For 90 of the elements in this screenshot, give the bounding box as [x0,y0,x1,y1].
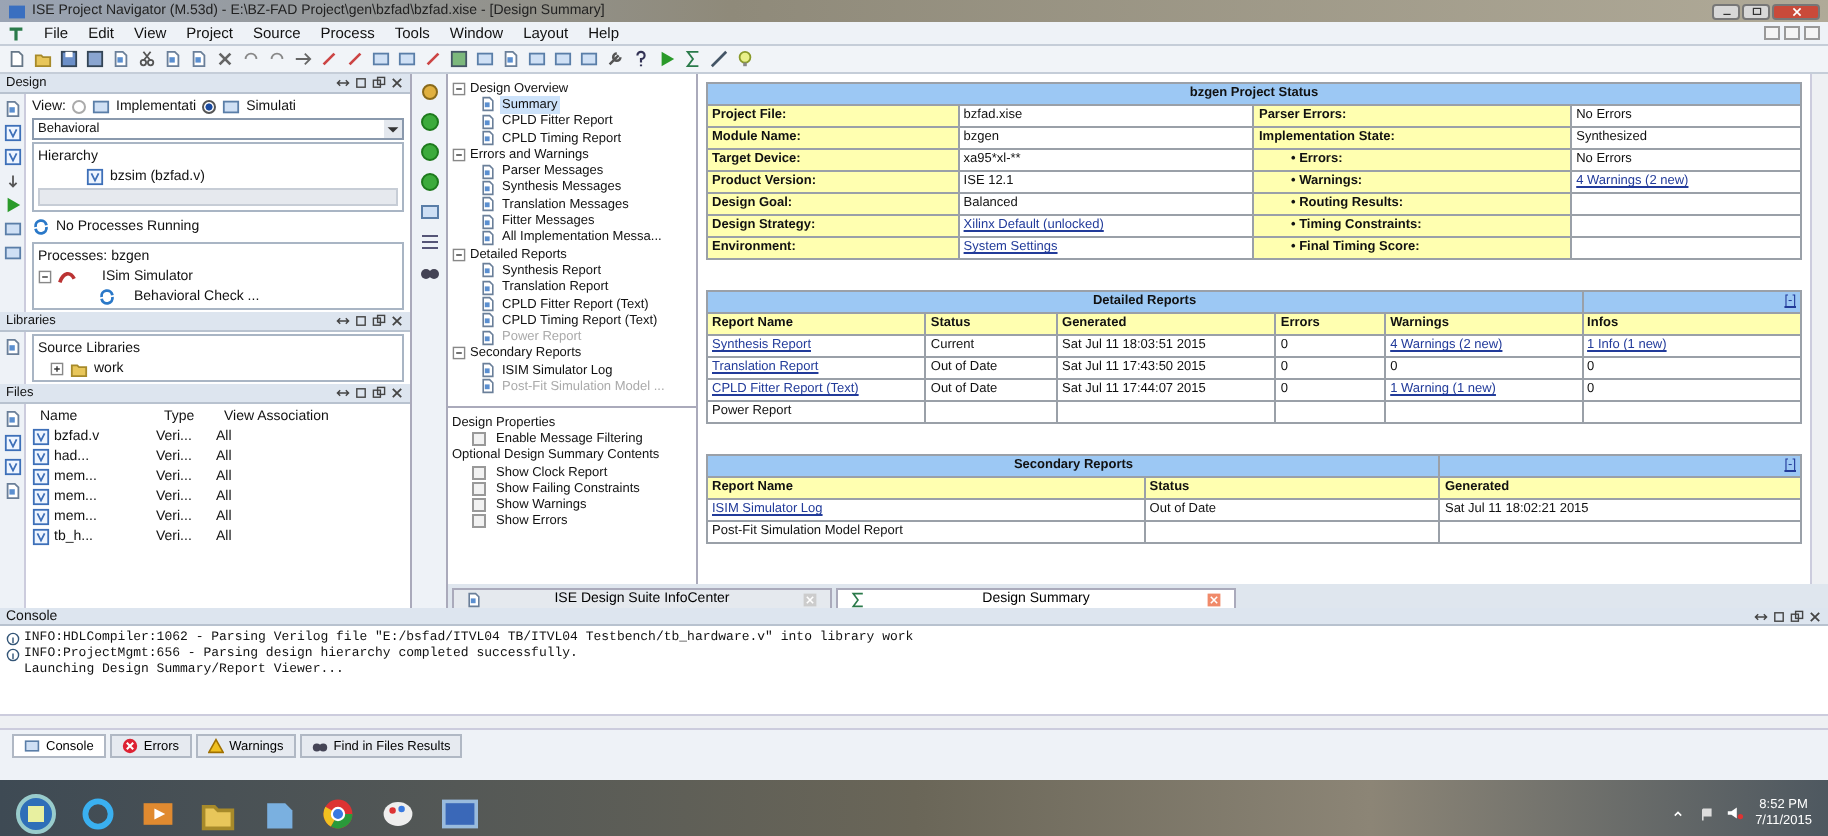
list-icon[interactable] [419,232,439,252]
page-icon[interactable] [502,50,520,68]
close-icon [1789,5,1803,17]
collapse-icon[interactable] [452,147,466,162]
circle-icon[interactable] [419,112,439,132]
restore-button[interactable] [1784,26,1800,40]
file-icon [32,528,50,546]
refresh-icon [98,287,116,305]
speaker-icon[interactable] [1725,804,1744,822]
app-icon [8,25,24,41]
page-icon[interactable] [190,50,208,68]
file-icon [32,488,50,506]
page-icon [3,410,21,428]
browser-icon[interactable] [80,795,116,831]
radio-button[interactable] [202,99,217,113]
maximize-icon[interactable] [354,76,368,90]
file-icon [32,508,50,526]
gear-icon[interactable] [419,82,439,102]
simulator-icon [58,267,76,285]
float-icon[interactable] [372,314,386,328]
close-icon [802,591,818,607]
app-icon [8,3,26,19]
binoculars-icon [311,738,328,754]
refresh-icon [32,218,50,236]
arrows-icon[interactable] [294,50,312,68]
chrome-icon[interactable] [320,795,356,831]
page-icon[interactable] [112,50,130,68]
ise-icon[interactable] [440,795,480,831]
checkbox[interactable] [472,514,486,529]
flag-icon[interactable] [1697,805,1714,821]
console-icon [24,738,40,754]
move-icon[interactable] [336,76,350,90]
maximize-icon [1749,5,1763,17]
move-icon[interactable] [1754,609,1768,623]
maximize-button[interactable] [1742,3,1770,19]
float-icon[interactable] [372,76,386,90]
file-icon [32,468,50,486]
page-icon[interactable] [8,50,26,68]
circle-icon[interactable] [419,142,439,162]
maximize-icon[interactable] [354,386,368,400]
collapse-icon[interactable] [452,247,466,262]
sigma-icon [850,591,866,607]
radio-button[interactable] [72,99,86,113]
folder-icon[interactable] [34,50,52,68]
collapse-icon[interactable] [38,269,52,283]
close-icon[interactable] [390,76,404,90]
page-icon[interactable] [164,50,182,68]
maximize-icon[interactable] [354,314,368,328]
file-icon [32,448,50,466]
start-button[interactable] [16,793,56,833]
image-icon[interactable] [450,50,468,68]
close-button[interactable] [1804,26,1820,40]
page-icon [466,591,482,607]
close-icon[interactable] [1808,609,1822,623]
expand-icon[interactable] [50,361,64,375]
checkbox[interactable] [472,431,486,446]
bulb-icon[interactable] [736,50,754,68]
window-icon[interactable] [476,50,494,68]
move-icon[interactable] [336,314,350,328]
checkbox[interactable] [472,498,486,513]
close-icon[interactable] [216,50,234,68]
minimize-button[interactable] [1764,26,1780,40]
error-icon [121,738,138,754]
checkbox[interactable] [472,465,486,480]
help-icon[interactable] [632,50,650,68]
float-icon[interactable] [372,386,386,400]
float-icon[interactable] [1790,609,1804,623]
collapse-icon[interactable] [452,81,466,96]
arrow-icon [3,172,21,190]
file-icon [86,167,104,185]
page-icon [3,338,21,356]
library-icon [70,359,88,377]
checkbox[interactable] [472,481,486,496]
page-icon [3,100,21,118]
wrench-icon[interactable] [606,50,624,68]
scissors-icon[interactable] [138,50,156,68]
sigma-icon[interactable] [684,50,702,68]
window-icon[interactable] [419,202,439,222]
close-icon[interactable] [390,314,404,328]
close-icon[interactable] [390,386,404,400]
file-icon [32,428,50,446]
play-icon [3,196,21,214]
move-icon[interactable] [336,386,350,400]
collapse-icon[interactable] [452,346,466,361]
maximize-icon[interactable] [1772,609,1786,623]
play-icon[interactable] [658,50,676,68]
warning-icon [207,738,224,754]
close-icon [1206,591,1222,607]
circle-icon[interactable] [419,172,439,192]
page-icon [3,482,21,500]
